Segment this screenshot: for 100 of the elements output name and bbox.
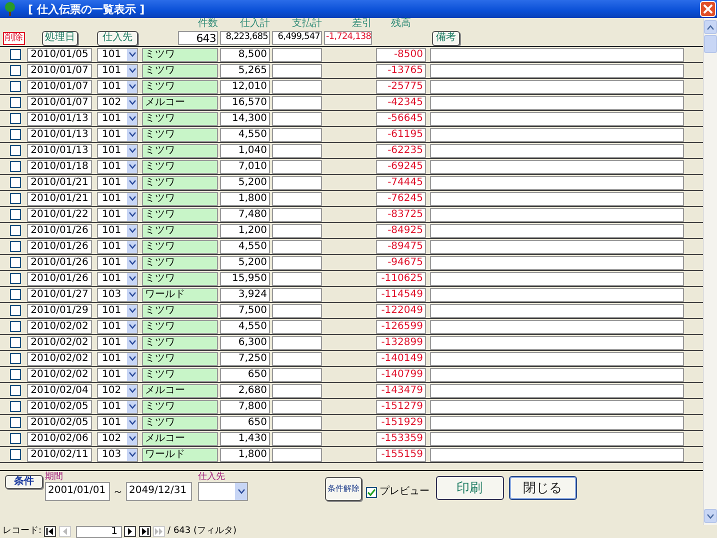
amount-field[interactable]: 15,950 [220,272,270,286]
balance-field[interactable]: -151929 [376,416,426,430]
supplier-field[interactable]: メルコー [142,432,218,446]
balance-field[interactable]: -8500 [376,48,426,62]
supplier-field[interactable]: ミツワ [142,352,218,366]
supplier-field[interactable]: ミツワ [142,160,218,174]
supplier-field[interactable]: ミツワ [142,128,218,142]
code-combo[interactable]: 101 [97,368,138,382]
memo-button[interactable]: 備考 [432,30,460,46]
balance-field[interactable]: -140149 [376,352,426,366]
memo-field[interactable] [430,224,684,238]
memo-field[interactable] [430,400,684,414]
memo-field[interactable] [430,128,684,142]
balance-field[interactable]: -76245 [376,192,426,206]
balance-field[interactable]: -62235 [376,144,426,158]
date-to-field[interactable]: 2049/12/31 [126,482,192,501]
amount-field[interactable]: 1,200 [220,224,270,238]
date-from-field[interactable]: 2001/01/01 [45,482,110,501]
date-field[interactable]: 2010/01/13 [27,144,92,158]
row-checkbox[interactable] [10,209,21,220]
memo-field[interactable] [430,368,684,382]
code-combo[interactable]: 101 [97,192,138,206]
code-combo[interactable]: 101 [97,336,138,350]
date-field[interactable]: 2010/01/21 [27,176,92,190]
date-field[interactable]: 2010/02/02 [27,320,92,334]
amount-field[interactable]: 7,500 [220,304,270,318]
row-checkbox[interactable] [10,433,21,444]
amount-field[interactable]: 5,200 [220,176,270,190]
row-checkbox[interactable] [10,369,21,380]
balance-field[interactable]: -155159 [376,448,426,462]
row-checkbox[interactable] [10,145,21,156]
balance-field[interactable]: -114549 [376,288,426,302]
amount-field[interactable]: 5,200 [220,256,270,270]
payment-field[interactable] [272,368,322,382]
date-field[interactable]: 2010/02/11 [27,448,92,462]
date-field[interactable]: 2010/01/26 [27,256,92,270]
balance-field[interactable]: -13765 [376,64,426,78]
memo-field[interactable] [430,96,684,110]
memo-field[interactable] [430,304,684,318]
supplier-field[interactable]: ミツワ [142,400,218,414]
close-form-button[interactable]: 閉じる [508,476,576,500]
next-record-button[interactable] [124,526,136,537]
amount-field[interactable]: 6,300 [220,336,270,350]
supplier-field[interactable]: ミツワ [142,64,218,78]
supplier-field[interactable]: ミツワ [142,240,218,254]
date-field[interactable]: 2010/01/07 [27,64,92,78]
balance-field[interactable]: -84925 [376,224,426,238]
memo-field[interactable] [430,336,684,350]
print-button[interactable]: 印刷 [436,476,504,500]
code-combo[interactable]: 101 [97,176,138,190]
balance-field[interactable]: -140799 [376,368,426,382]
preview-checkbox[interactable] [366,486,377,498]
date-field[interactable]: 2010/01/22 [27,208,92,222]
code-combo[interactable]: 101 [97,416,138,430]
code-combo[interactable]: 101 [97,304,138,318]
supplier-field[interactable]: ミツワ [142,320,218,334]
balance-field[interactable]: -94675 [376,256,426,270]
supplier-combo[interactable] [198,482,248,501]
balance-field[interactable]: -56645 [376,112,426,126]
row-checkbox[interactable] [10,305,21,316]
payment-field[interactable] [272,400,322,414]
amount-field[interactable]: 2,680 [220,384,270,398]
row-checkbox[interactable] [10,273,21,284]
payment-field[interactable] [272,384,322,398]
memo-field[interactable] [430,256,684,270]
amount-field[interactable]: 1,800 [220,192,270,206]
row-checkbox[interactable] [10,321,21,332]
payment-field[interactable] [272,320,322,334]
row-checkbox[interactable] [10,129,21,140]
code-combo[interactable]: 101 [97,352,138,366]
code-combo[interactable]: 101 [97,160,138,174]
code-combo[interactable]: 102 [97,96,138,110]
amount-field[interactable]: 4,550 [220,128,270,142]
row-checkbox[interactable] [10,241,21,252]
balance-field[interactable]: -83725 [376,208,426,222]
amount-field[interactable]: 650 [220,368,270,382]
supplier-field[interactable]: ミツワ [142,144,218,158]
date-field[interactable]: 2010/02/02 [27,336,92,350]
code-combo[interactable]: 102 [97,432,138,446]
balance-field[interactable]: -122049 [376,304,426,318]
row-checkbox[interactable] [10,97,21,108]
scroll-thumb[interactable] [704,35,717,53]
memo-field[interactable] [430,80,684,94]
row-checkbox[interactable] [10,81,21,92]
date-field[interactable]: 2010/01/18 [27,160,92,174]
balance-field[interactable]: -61195 [376,128,426,142]
amount-field[interactable]: 16,570 [220,96,270,110]
payment-field[interactable] [272,272,322,286]
row-checkbox[interactable] [10,385,21,396]
memo-field[interactable] [430,448,684,462]
row-checkbox[interactable] [10,49,21,60]
supplier-field[interactable]: ミツワ [142,192,218,206]
clear-condition-button[interactable]: 条件解除 [325,477,362,501]
supplier-field[interactable]: ワールド [142,448,218,462]
code-combo[interactable]: 101 [97,272,138,286]
code-combo[interactable]: 101 [97,240,138,254]
code-combo[interactable]: 101 [97,320,138,334]
first-record-button[interactable] [44,526,56,537]
row-checkbox[interactable] [10,177,21,188]
memo-field[interactable] [430,48,684,62]
